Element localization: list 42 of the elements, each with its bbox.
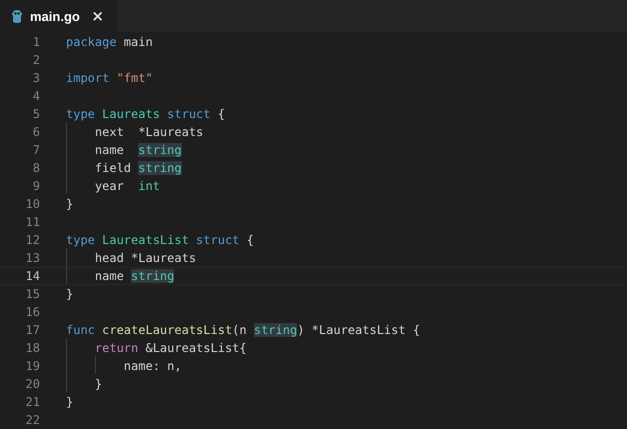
code-line: func createLaureatsList(n string) *LaureatsList { — [66, 323, 420, 337]
close-button[interactable]: × — [91, 8, 104, 24]
code-line: year int — [66, 179, 160, 193]
editor-tab[interactable]: main.go × — [0, 0, 118, 32]
code-line: import "fmt" — [66, 71, 153, 85]
line-number: 5 — [32, 107, 40, 121]
code-line: field string — [66, 161, 182, 175]
code-line: name string — [66, 269, 174, 283]
line-number: 20 — [24, 377, 40, 391]
line-number: 2 — [32, 53, 40, 67]
line-number: 15 — [24, 287, 40, 301]
code-line: package main — [66, 35, 153, 49]
line-number: 13 — [24, 251, 40, 265]
line-number: 10 — [24, 197, 40, 211]
code-line: } — [66, 197, 74, 211]
gopher-icon — [12, 10, 22, 22]
line-number: 21 — [24, 395, 40, 409]
line-number: 14 — [24, 269, 40, 283]
code-line: next *Laureats — [66, 125, 204, 139]
line-number: 19 — [24, 359, 40, 373]
line-number: 1 — [32, 35, 40, 49]
line-number: 6 — [32, 125, 40, 139]
line-number: 4 — [32, 89, 40, 103]
code-line: type Laureats struct { — [66, 107, 225, 121]
code-line: type LaureatsList struct { — [66, 233, 254, 247]
code-line: name string — [66, 143, 182, 157]
line-number: 11 — [24, 215, 40, 229]
line-number: 12 — [24, 233, 40, 247]
line-number: 22 — [24, 413, 40, 427]
line-number: 18 — [24, 341, 40, 355]
code-line: head *Laureats — [66, 251, 196, 265]
line-number: 9 — [32, 179, 40, 193]
code-line: return &LaureatsList{ — [66, 341, 247, 355]
code-line: } — [66, 377, 102, 391]
line-number: 3 — [32, 71, 40, 85]
line-number: 8 — [32, 161, 40, 175]
line-number: 16 — [24, 305, 40, 319]
line-number: 17 — [24, 323, 40, 337]
code-line: name: n, — [66, 359, 182, 373]
code-line: } — [66, 395, 74, 409]
code-line: } — [66, 287, 74, 301]
line-number: 7 — [32, 143, 40, 157]
